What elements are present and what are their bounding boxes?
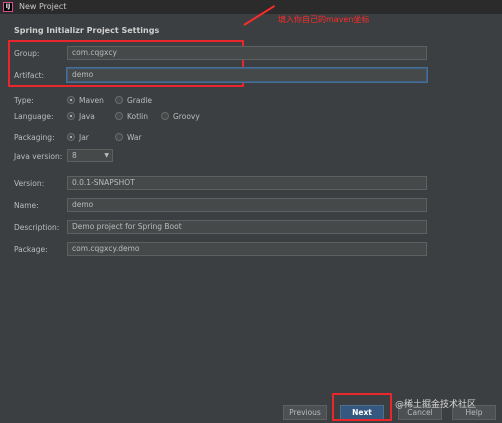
version-field[interactable]: 0.0.1-SNAPSHOT [67,176,427,190]
language-option-groovy[interactable]: Groovy [161,112,200,121]
version-label: Version: [14,179,45,188]
packaging-war-label: War [127,133,142,142]
type-option-maven[interactable]: Maven [67,96,104,105]
type-gradle-label: Gradle [127,96,152,105]
java-version-select[interactable]: 8 ▼ [67,149,113,162]
section-title: Spring Initializr Project Settings [14,26,160,35]
language-groovy-label: Groovy [173,112,200,121]
radio-selected-icon [67,96,75,104]
group-field[interactable]: com.cqgxcy [67,46,427,60]
java-version-value: 8 [72,151,77,160]
description-field[interactable]: Demo project for Spring Boot [67,220,427,234]
language-option-java[interactable]: Java [67,112,95,121]
artifact-label: Artifact: [14,71,45,80]
package-label: Package: [14,245,48,254]
intellij-app-icon: IJ [3,2,13,12]
title-bar: IJ New Project [0,0,502,14]
artifact-field[interactable]: demo [67,68,427,82]
type-option-gradle[interactable]: Gradle [115,96,152,105]
annotation-text: 填入你自己的maven坐标 [278,15,370,24]
language-label: Language: [14,112,54,121]
packaging-option-jar[interactable]: Jar [67,133,89,142]
window-title: New Project [19,2,67,11]
description-label: Description: [14,223,60,232]
radio-icon [115,96,123,104]
type-maven-label: Maven [79,96,104,105]
watermark: @稀土掘金技术社区 [395,400,477,410]
radio-selected-icon [67,112,75,120]
radio-selected-icon [67,133,75,141]
name-label: Name: [14,201,39,210]
language-kotlin-label: Kotlin [127,112,148,121]
java-version-label: Java version: [14,152,63,161]
language-java-label: Java [79,112,95,121]
packaging-option-war[interactable]: War [115,133,142,142]
chevron-down-icon: ▼ [104,152,109,159]
packaging-jar-label: Jar [79,133,89,142]
radio-icon [115,112,123,120]
package-field[interactable]: com.cqgxcy.demo [67,242,427,256]
packaging-label: Packaging: [14,133,55,142]
type-label: Type: [14,96,34,105]
radio-icon [161,112,169,120]
name-field[interactable]: demo [67,198,427,212]
previous-button[interactable]: Previous [283,405,327,420]
group-label: Group: [14,49,40,58]
language-option-kotlin[interactable]: Kotlin [115,112,148,121]
next-highlight-box [332,393,392,421]
radio-icon [115,133,123,141]
